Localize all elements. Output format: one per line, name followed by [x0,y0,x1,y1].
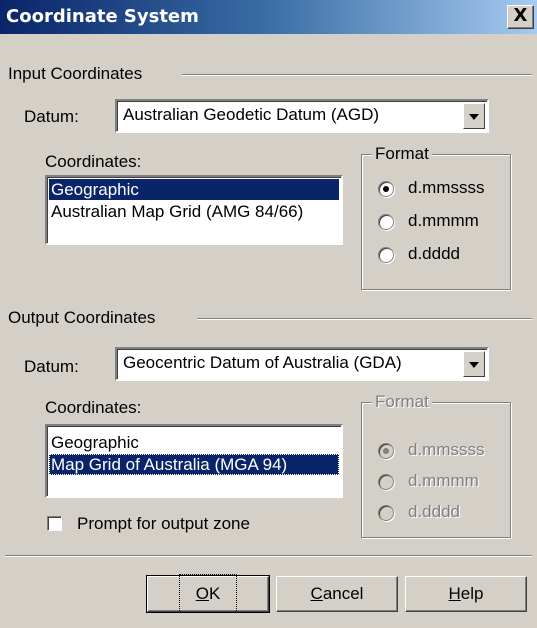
input-datum-dropdown-button[interactable] [463,103,485,129]
input-format-dmmssss-label: d.mmssss [408,178,485,197]
input-format-radio-ddddd[interactable] [378,247,394,263]
button-row-divider [5,555,532,557]
ok-button-label: OK [178,574,238,613]
coordinate-system-dialog: Coordinate System X Input Coordinates Da… [0,0,537,628]
list-item-label: Australian Map Grid (AMG 84/66) [51,202,304,221]
output-datum-label: Datum: [24,357,79,376]
output-coordinates-list[interactable]: Geographic Map Grid of Australia (MGA 94… [45,424,343,498]
output-coordinates-heading: Output Coordinates [8,308,156,327]
input-format-ddddd-label: d.dddd [408,244,460,263]
title-bar[interactable]: Coordinate System X [0,0,537,34]
output-format-radio-dmmssss[interactable] [378,443,394,459]
chevron-down-icon [469,114,479,120]
output-coordinates-item-mga[interactable]: Map Grid of Australia (MGA 94) [49,454,339,475]
input-section-divider [182,74,532,76]
output-format-dmmmm-label: d.mmmm [408,471,479,490]
chevron-down-icon [469,362,479,368]
radio-selected-dot [383,448,389,454]
input-coordinates-item-amg[interactable]: Australian Map Grid (AMG 84/66) [49,201,339,222]
help-button-label: Help [448,584,484,603]
input-coordinates-list[interactable]: Geographic Australian Map Grid (AMG 84/6… [45,175,343,245]
output-format-ddddd-label: d.dddd [408,502,460,521]
input-format-dmmmm-label: d.mmmm [408,211,479,230]
input-format-label: Format [372,144,432,164]
input-format-radio-dmmssss[interactable] [378,181,394,197]
list-item-label: Geographic [51,433,139,452]
input-datum-label: Datum: [24,107,79,126]
output-format-radio-ddddd[interactable] [378,505,394,521]
input-coordinates-label: Coordinates: [45,152,142,171]
output-coordinates-item-geographic[interactable]: Geographic [49,432,339,453]
output-format-radio-dmmmm[interactable] [378,474,394,490]
output-format-label: Format [372,392,432,412]
help-button[interactable]: Help [405,576,527,612]
output-coordinates-label: Coordinates: [45,398,142,417]
input-coordinates-heading: Input Coordinates [8,64,143,83]
dialog-title: Coordinate System [6,6,199,27]
input-coordinates-item-geographic[interactable]: Geographic [49,179,339,200]
input-format-radio-dmmmm[interactable] [378,214,394,230]
output-section-divider [197,318,532,320]
list-item-label: Map Grid of Australia (MGA 94) [51,455,288,474]
output-format-dmmssss-label: d.mmssss [408,440,485,459]
cancel-button-label: Cancel [310,584,364,603]
radio-selected-dot [383,186,389,192]
output-datum-dropdown-button[interactable] [463,351,485,377]
ok-button[interactable]: OK [146,574,270,613]
close-button[interactable]: X [507,5,534,29]
prompt-output-zone-label[interactable]: Prompt for output zone [77,514,250,534]
list-item-label: Geographic [51,180,139,199]
cancel-button[interactable]: Cancel [276,576,398,612]
output-datum-select[interactable]: Geocentric Datum of Australia (GDA) [115,347,489,381]
prompt-output-zone-checkbox[interactable] [47,516,62,531]
output-datum-value: Geocentric Datum of Australia (GDA) [123,353,402,372]
input-datum-value: Australian Geodetic Datum (AGD) [123,105,380,124]
input-datum-select[interactable]: Australian Geodetic Datum (AGD) [115,99,489,133]
